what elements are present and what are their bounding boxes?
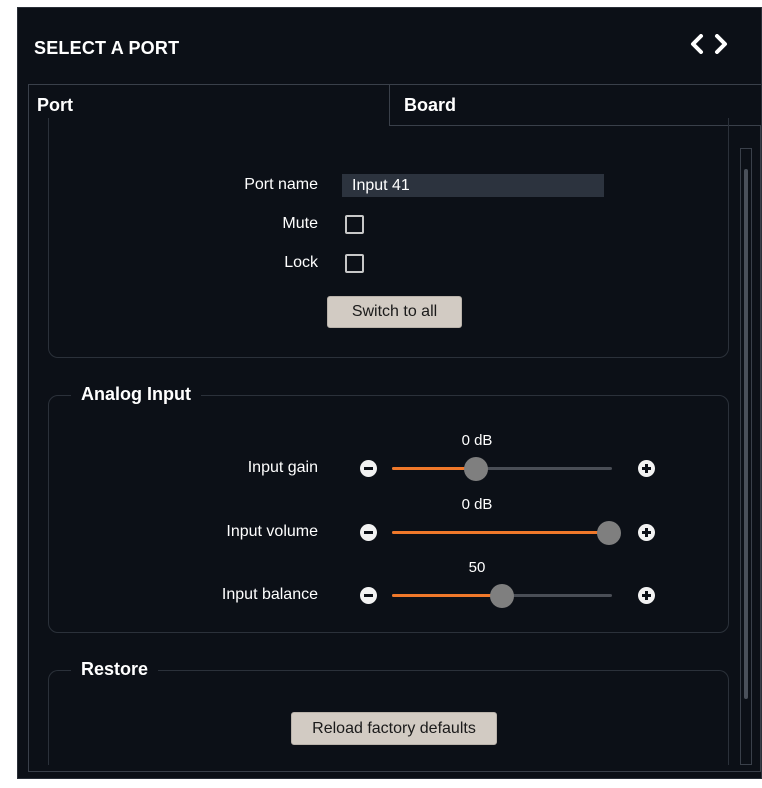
input-volume-label: Input volume <box>226 523 318 540</box>
reload-factory-defaults-button[interactable]: Reload factory defaults <box>291 712 497 745</box>
input-volume-decrease-button[interactable] <box>360 524 377 541</box>
input-volume-value: 0 dB <box>461 496 493 513</box>
input-volume-slider-fill <box>392 531 612 534</box>
lock-label: Lock <box>284 254 318 271</box>
port-name-label: Port name <box>244 176 318 193</box>
input-gain-increase-button[interactable] <box>638 460 655 477</box>
input-balance-slider[interactable] <box>392 584 612 608</box>
scrollbar[interactable] <box>740 148 752 765</box>
lock-checkbox[interactable] <box>345 254 364 273</box>
chevron-left-icon[interactable] <box>690 34 704 54</box>
input-balance-slider-thumb[interactable] <box>490 584 514 608</box>
switch-to-all-button[interactable]: Switch to all <box>327 296 462 328</box>
input-gain-label: Input gain <box>247 459 318 476</box>
input-gain-slider-thumb[interactable] <box>464 457 488 481</box>
restore-legend: Restore <box>71 659 159 680</box>
scrollbar-thumb[interactable] <box>744 169 748 699</box>
panel-title: SELECT A PORT <box>34 38 180 58</box>
input-volume-slider[interactable] <box>392 521 621 545</box>
input-balance-decrease-button[interactable] <box>360 587 377 604</box>
input-balance-value: 50 <box>468 559 486 576</box>
input-gain-value: 0 dB <box>461 432 493 449</box>
port-panel: SELECT A PORT Port Board Port name Mute … <box>17 7 762 779</box>
port-name-input[interactable] <box>342 174 604 197</box>
input-balance-increase-button[interactable] <box>638 587 655 604</box>
analog-input-legend: Analog Input <box>71 384 201 405</box>
input-gain-decrease-button[interactable] <box>360 460 377 477</box>
chevron-right-icon[interactable] <box>714 34 728 54</box>
input-volume-increase-button[interactable] <box>638 524 655 541</box>
input-volume-slider-thumb[interactable] <box>597 521 621 545</box>
input-gain-slider[interactable] <box>392 457 612 481</box>
input-balance-label: Input balance <box>221 586 318 603</box>
input-balance-slider-fill <box>392 594 502 597</box>
mute-label: Mute <box>282 215 318 232</box>
mute-checkbox[interactable] <box>345 215 364 234</box>
